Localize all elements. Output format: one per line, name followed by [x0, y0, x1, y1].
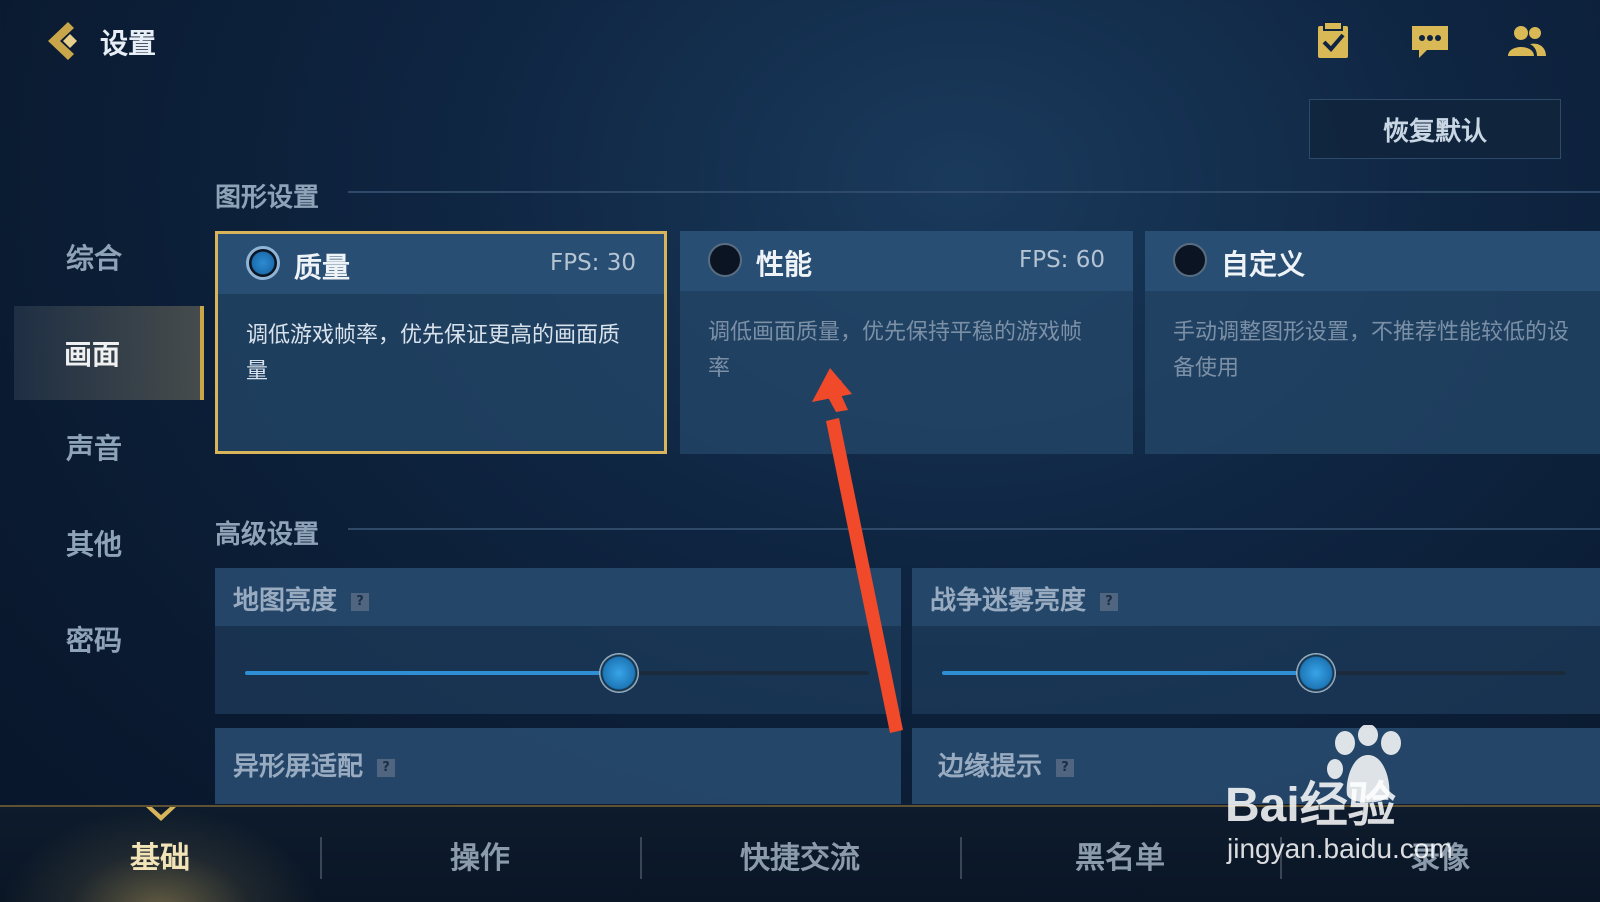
- page-title: 设置: [100, 27, 157, 60]
- custom-radio[interactable]: [1173, 243, 1207, 277]
- tab-quick-chat[interactable]: 快捷交流: [640, 807, 960, 902]
- reset-default-button[interactable]: 恢复默认: [1309, 99, 1561, 159]
- section-divider: [348, 528, 1600, 530]
- fog-brightness-panel: 战争迷雾亮度?: [912, 568, 1600, 714]
- graphics-option-custom[interactable]: 自定义 手动调整图形设置，不推荐性能较低的设备使用: [1145, 231, 1600, 454]
- slider-handle[interactable]: [1296, 653, 1337, 693]
- option-name: 自定义: [1221, 248, 1306, 281]
- baidu-watermark: Bai经验 jingyan.baidu.com: [1225, 725, 1525, 895]
- graphics-option-quality[interactable]: 质量 FPS: 30 调低游戏帧率，优先保证更高的画面质量: [215, 231, 667, 454]
- option-name: 性能: [756, 248, 813, 281]
- fog-brightness-slider[interactable]: [942, 671, 1566, 675]
- active-tab-marker-icon: [146, 807, 176, 821]
- slider-handle[interactable]: [599, 653, 640, 693]
- sidebar-item-display[interactable]: 画面: [14, 306, 204, 400]
- tab-controls[interactable]: 操作: [320, 807, 640, 902]
- chevron-left-icon[interactable]: [40, 18, 86, 64]
- help-icon[interactable]: ?: [377, 758, 396, 777]
- notch-adapt-panel[interactable]: 异形屏适配?: [215, 728, 901, 804]
- quality-radio[interactable]: [246, 246, 280, 280]
- sidebar-item-sound[interactable]: 声音: [14, 400, 204, 494]
- edge-hint-label: 边缘提示?: [938, 746, 1075, 783]
- help-icon[interactable]: ?: [1100, 592, 1119, 611]
- graphics-option-performance[interactable]: 性能 FPS: 60 调低画面质量，优先保持平稳的游戏帧率: [680, 231, 1133, 454]
- calendar-check-icon[interactable]: [1312, 20, 1354, 62]
- help-icon[interactable]: ?: [351, 592, 370, 611]
- slider-fill: [245, 671, 620, 675]
- tab-basic[interactable]: 基础: [0, 807, 320, 902]
- graphics-section-title: 图形设置: [215, 183, 320, 213]
- sidebar-item-other[interactable]: 其他: [14, 496, 204, 590]
- map-brightness-panel: 地图亮度?: [215, 568, 901, 714]
- watermark-url: jingyan.baidu.com: [1227, 833, 1453, 864]
- slider-fill: [942, 671, 1317, 675]
- sidebar-item-general[interactable]: 综合: [14, 210, 204, 304]
- map-brightness-slider[interactable]: [245, 671, 869, 675]
- map-brightness-label: 地图亮度?: [233, 580, 370, 617]
- option-description: 调低画面质量，优先保持平稳的游戏帧率: [708, 320, 1083, 381]
- watermark-brand: Bai经验: [1225, 779, 1396, 832]
- option-description: 调低游戏帧率，优先保证更高的画面质量: [246, 323, 621, 384]
- card-header: [1145, 231, 1600, 291]
- fog-brightness-label: 战争迷雾亮度?: [930, 580, 1119, 617]
- performance-radio[interactable]: [708, 243, 742, 277]
- sidebar-item-password[interactable]: 密码: [14, 592, 204, 686]
- advanced-section-title: 高级设置: [215, 520, 320, 550]
- chat-bubble-icon[interactable]: [1409, 20, 1451, 62]
- option-fps: FPS: 30: [549, 250, 636, 276]
- option-description: 手动调整图形设置，不推荐性能较低的设备使用: [1173, 320, 1570, 381]
- top-bar: 设置: [0, 0, 1600, 84]
- section-divider: [348, 191, 1600, 193]
- friends-icon[interactable]: [1506, 20, 1548, 62]
- option-fps: FPS: 60: [1018, 247, 1105, 273]
- help-icon[interactable]: ?: [1056, 758, 1075, 777]
- notch-adapt-label: 异形屏适配?: [233, 746, 396, 783]
- option-name: 质量: [294, 251, 351, 284]
